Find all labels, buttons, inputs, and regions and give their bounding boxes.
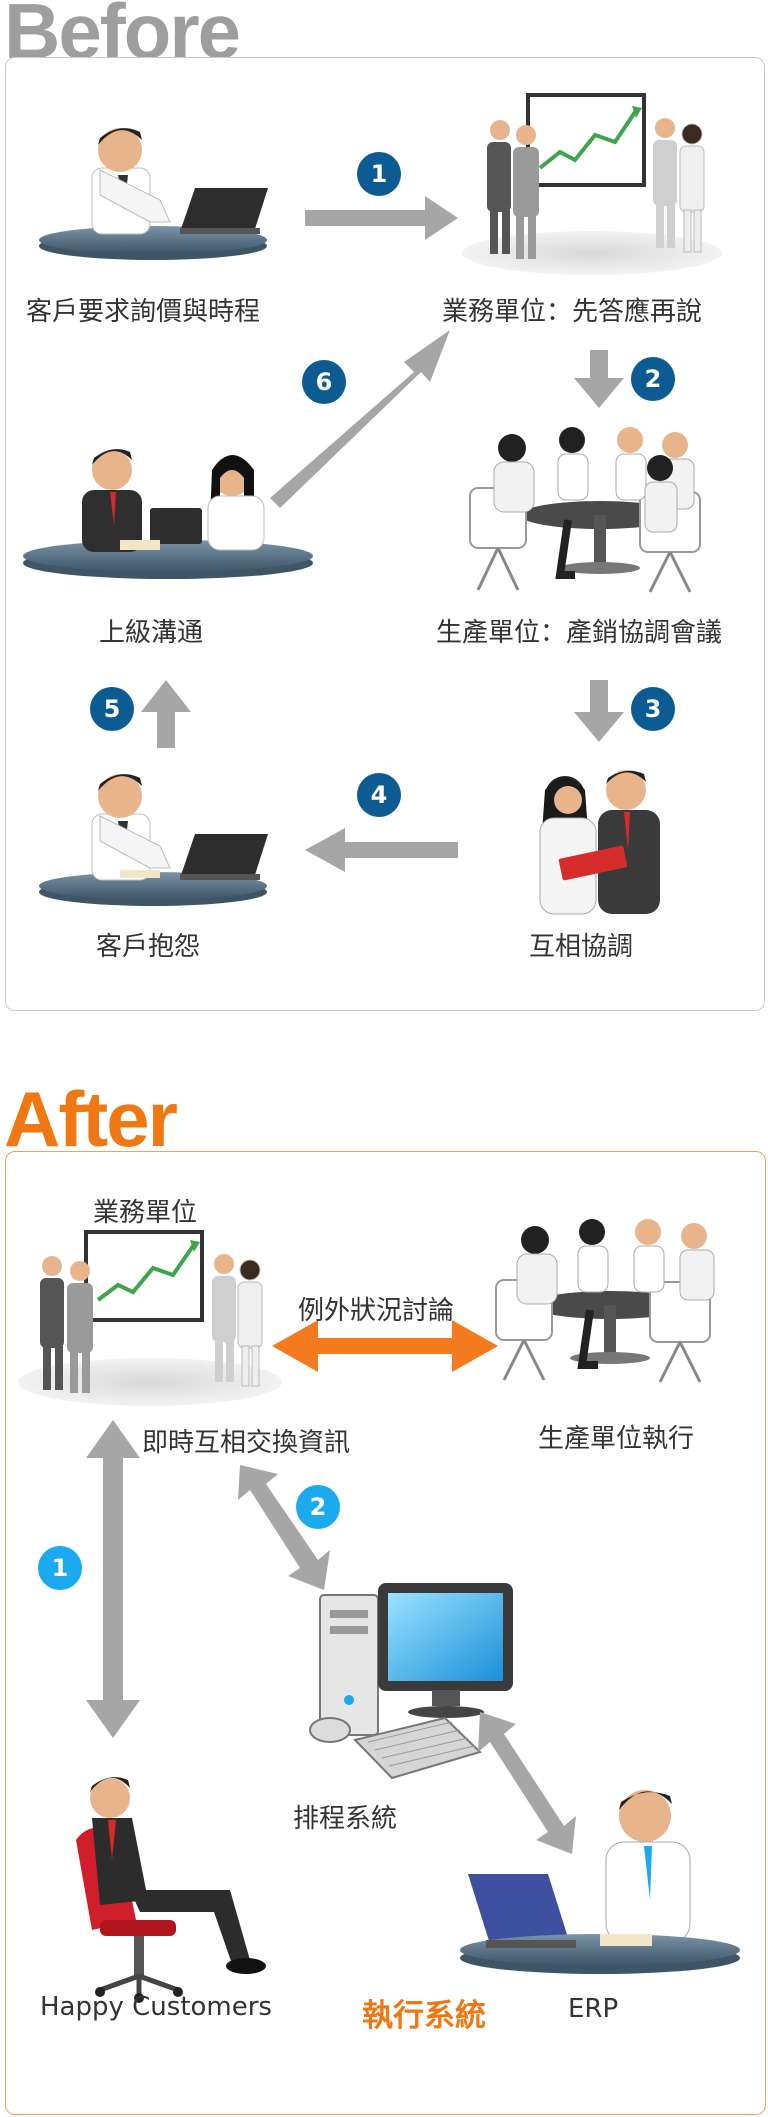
label-customer-request: 客戶要求詢價與時程: [26, 297, 261, 327]
flow-arrow-1: [305, 196, 458, 240]
businessman-laptop-icon: [39, 774, 268, 906]
meeting-table-icon: [469, 427, 701, 593]
label-coordinate: 互相協調: [529, 932, 634, 962]
flow-arrow-2: [574, 350, 624, 408]
step-badge-after-1: 1: [38, 1546, 82, 1590]
label-escalate: 上級溝通: [99, 618, 204, 648]
step-badge-4: 4: [357, 773, 401, 817]
step-badge-6: 6: [302, 360, 346, 404]
presentation-board-icon: [462, 93, 722, 275]
flow-arrow-6: [270, 330, 450, 508]
label-production-execute: 生產單位執行: [538, 1424, 695, 1454]
flow-arrow-3: [574, 680, 624, 742]
label-production-meeting: 生產單位：產銷協調會議: [436, 618, 723, 648]
after-heading: After: [4, 1075, 178, 1163]
step-badge-1: 1: [357, 152, 401, 196]
boss-meeting-icon: [23, 449, 313, 579]
flow-arrow-4: [305, 828, 458, 872]
step-badge-2: 2: [631, 357, 675, 401]
label-sales-unit: 業務單位: [93, 1198, 198, 1228]
step-badge-after-2: 2: [296, 1485, 340, 1529]
label-exception: 例外狀況討論: [298, 1296, 455, 1326]
label-sales-promise: 業務單位：先答應再說: [442, 297, 703, 327]
label-execution-system: 執行系統: [362, 1998, 486, 2034]
label-complaint: 客戶抱怨: [96, 932, 201, 962]
businessman-laptop-icon: [39, 128, 268, 260]
step-badge-5: 5: [90, 687, 134, 731]
label-realtime-exchange: 即時互相交換資訊: [142, 1428, 351, 1458]
label-erp: ERP: [568, 1994, 619, 2024]
label-scheduling-system: 排程系統: [293, 1804, 398, 1834]
step-badge-3: 3: [631, 687, 675, 731]
label-happy-customers: Happy Customers: [40, 1992, 272, 2022]
handshake-discussion-icon: [539, 770, 660, 915]
flow-arrow-5: [141, 680, 191, 748]
